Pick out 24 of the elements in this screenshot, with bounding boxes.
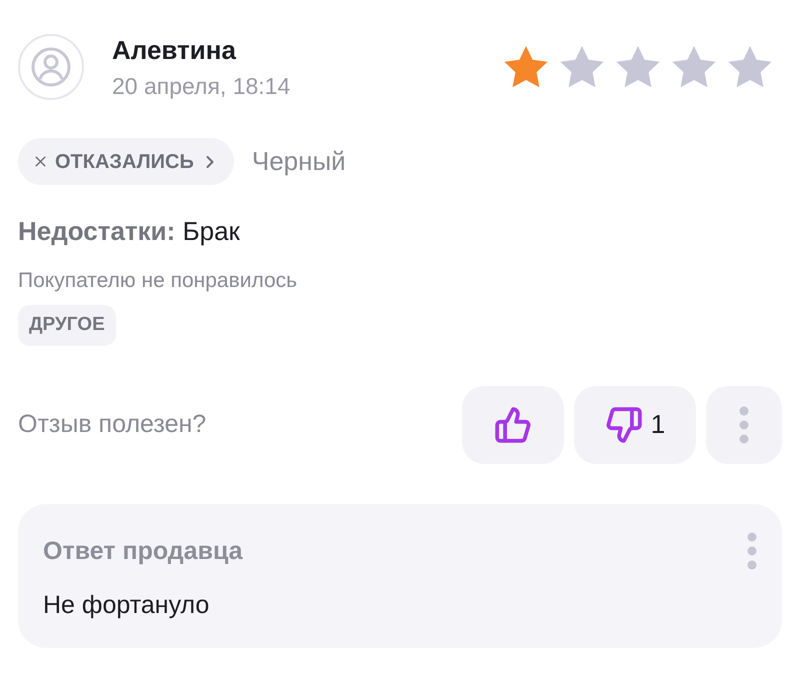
more-options-icon	[747, 532, 757, 570]
author-name: Алевтина	[112, 34, 238, 66]
thumbs-up-icon	[494, 406, 532, 444]
helpful-question: Отзыв полезен?	[18, 408, 206, 440]
reply-more-button[interactable]	[747, 530, 757, 572]
empty-star-icon	[558, 44, 606, 90]
filled-star-icon	[502, 44, 550, 90]
cons-text: Недостатки: Брак	[18, 215, 241, 247]
dislike-button[interactable]: 1	[574, 386, 696, 464]
review-date: 20 апреля, 18:14	[112, 72, 290, 101]
empty-star-icon	[670, 44, 718, 90]
tag-chip: ДРУГОЕ	[18, 305, 116, 346]
review-comment: Покупателю не понравилось	[18, 268, 298, 294]
variant-label: Черный	[252, 145, 346, 178]
more-options-icon	[739, 406, 749, 444]
status-chip[interactable]: ОТКАЗАЛИСЬ	[18, 138, 234, 185]
user-icon	[31, 47, 71, 87]
thumbs-down-icon	[604, 406, 643, 444]
seller-reply-text: Не фортануло	[43, 590, 210, 620]
empty-star-icon	[614, 44, 662, 90]
empty-star-icon	[726, 44, 774, 90]
like-button[interactable]	[462, 386, 564, 464]
more-button[interactable]	[706, 386, 782, 464]
seller-reply-title: Ответ продавца	[43, 536, 243, 566]
